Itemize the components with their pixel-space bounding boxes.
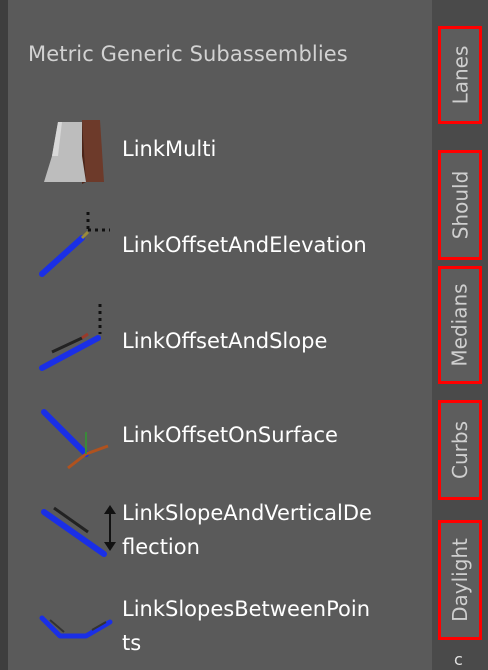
item-label: LinkOffsetOnSurface <box>122 423 338 447</box>
item-label-line-2: flection <box>122 535 200 559</box>
item-label: LinkOffsetAndSlope <box>122 329 328 353</box>
tool-palette-panel: Metric Generic Subassemblies LinkMulti L… <box>8 0 432 670</box>
link-slope-vertical-deflection-icon <box>41 505 116 557</box>
palette-item-link-multi[interactable]: LinkMulti <box>8 108 432 188</box>
left-border <box>0 0 8 670</box>
tab-label: Medians <box>448 283 473 367</box>
link-offset-surface-icon <box>41 409 109 470</box>
tab-label: Should <box>448 170 473 240</box>
palette-tab-strip: Lanes Should Medians Curbs Daylight c <box>432 0 488 670</box>
tab-daylight[interactable]: Daylight <box>438 520 482 640</box>
tab-label: Lanes <box>448 45 472 105</box>
tab-label: Daylight <box>448 538 473 622</box>
item-label: LinkMulti <box>122 137 217 161</box>
tab-lanes[interactable]: Lanes <box>438 26 482 124</box>
cut-off-tab-label[interactable]: c <box>454 650 463 669</box>
link-multi-icon <box>44 120 104 184</box>
link-offset-elevation-icon <box>39 212 110 277</box>
palette-item-link-offset-on-surface[interactable]: LinkOffsetOnSurface <box>8 398 432 474</box>
palette-item-link-offset-and-elevation[interactable]: LinkOffsetAndElevation <box>8 202 432 282</box>
palette-item-link-offset-and-slope[interactable]: LinkOffsetAndSlope <box>8 296 432 376</box>
tab-medians[interactable]: Medians <box>438 266 482 384</box>
tab-shoulders[interactable]: Should <box>438 150 482 260</box>
item-label-line-1: LinkSlopeAndVerticalDe <box>122 501 372 525</box>
item-label-line-1: LinkSlopesBetweenPoin <box>122 597 371 621</box>
item-label-line-2: ts <box>122 631 142 655</box>
tab-curbs[interactable]: Curbs <box>438 400 482 500</box>
palette-item-link-slopes-between-points[interactable]: LinkSlopesBetweenPoin ts <box>8 586 432 666</box>
palette-item-link-slope-and-vertical-deflection[interactable]: LinkSlopeAndVerticalDe flection <box>8 490 432 570</box>
link-slopes-between-points-icon <box>39 615 113 639</box>
link-offset-slope-icon <box>39 304 102 371</box>
palette-title: Metric Generic Subassemblies <box>28 42 348 66</box>
item-label: LinkOffsetAndElevation <box>122 233 367 257</box>
tab-label: Curbs <box>448 421 473 479</box>
